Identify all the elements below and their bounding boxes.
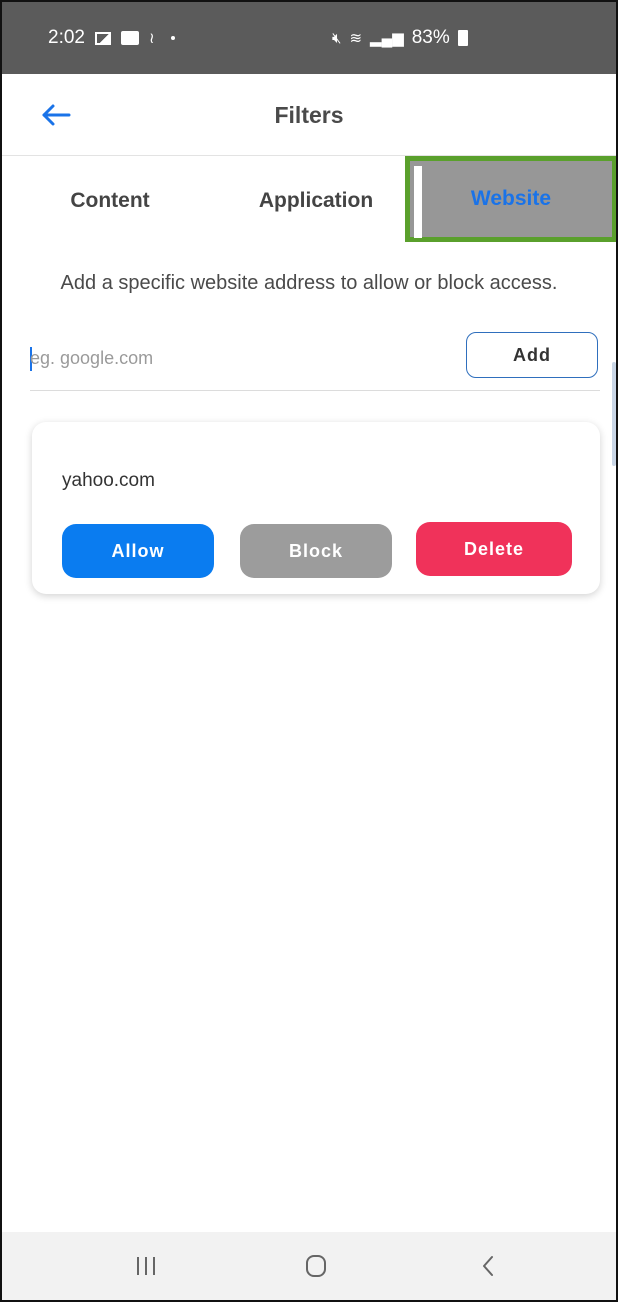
website-input[interactable] [30, 340, 450, 376]
status-right: 🔇︎ ≋ ▂▄▆ 83% [332, 2, 468, 74]
signal-4g-icon: ▂▄▆ [370, 29, 404, 47]
phone-screen: 2:02 ≀ 🔇︎ ≋ ▂▄▆ 83% Filters Content Appl… [0, 0, 618, 1302]
photo-icon [94, 31, 111, 45]
website-name: yahoo.com [62, 470, 155, 491]
battery-icon [457, 30, 468, 46]
calendar-icon [120, 31, 139, 45]
status-left: 2:02 ≀ [48, 27, 175, 49]
website-card: yahoo.com Allow Block Delete [32, 422, 600, 594]
allow-button[interactable]: Allow [62, 524, 214, 578]
add-button[interactable]: Add [466, 332, 598, 378]
home-button[interactable] [276, 1232, 356, 1300]
description-text: Add a specific website address to allow … [60, 272, 558, 294]
tab-website-edge [414, 166, 422, 238]
delete-button[interactable]: Delete [416, 522, 572, 576]
tab-content[interactable]: Content [30, 156, 190, 246]
back-chevron-icon [483, 1256, 493, 1276]
battery-percent: 83% [411, 27, 450, 48]
tab-website-label: Website [470, 187, 552, 210]
status-time: 2:02 [48, 27, 85, 48]
app-header: Filters [2, 74, 616, 156]
mute-icon: 🔇︎ [332, 29, 342, 47]
nav-back-button[interactable] [448, 1232, 528, 1300]
recents-icon [137, 1257, 155, 1275]
wifi-calling-icon: ≋ [349, 29, 363, 47]
satellite-icon: ≀ [148, 29, 155, 47]
block-button[interactable]: Block [240, 524, 392, 578]
recents-button[interactable] [106, 1232, 186, 1300]
notification-dot-icon [170, 36, 175, 40]
system-nav-bar [2, 1232, 616, 1300]
tab-website[interactable]: Website [405, 156, 616, 242]
status-bar: 2:02 ≀ 🔇︎ ≋ ▂▄▆ 83% [2, 2, 616, 74]
tab-application[interactable]: Application [230, 156, 402, 246]
page-title: Filters [274, 102, 344, 128]
home-icon [306, 1255, 326, 1277]
filter-tabs: Content Application Website [2, 156, 616, 246]
scrollbar[interactable] [612, 362, 616, 466]
website-input-row: Add [30, 332, 600, 391]
